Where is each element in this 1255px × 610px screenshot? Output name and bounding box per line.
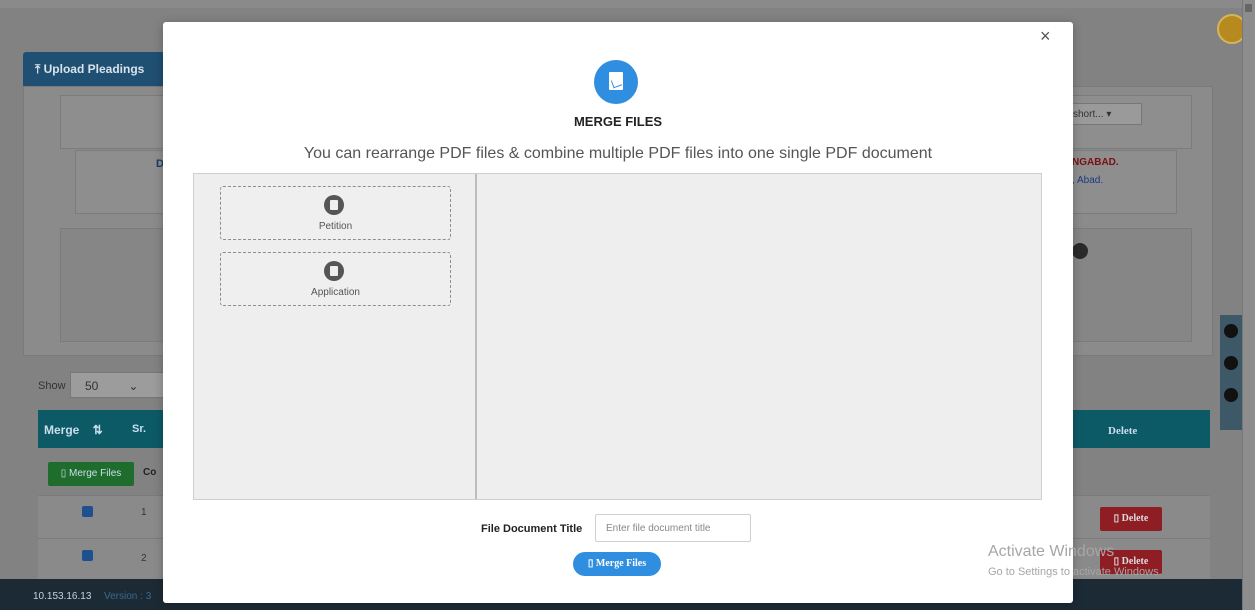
org-address-fragment: , Abad. [1072,175,1104,186]
row-number: 1 [141,507,147,518]
close-circle-icon [1072,243,1088,259]
modal-subtitle: You can rearrange PDF files & combine mu… [303,145,933,162]
background-merge-files-button: ▯ Merge Files [48,462,134,486]
pdf-icon [324,195,344,215]
file-list-panel: Petition Application [194,174,477,499]
version-text: Version : 3 [104,591,152,602]
merge-drop-zone[interactable] [477,174,1041,499]
sort-select: short... ▾ [1066,103,1142,125]
file-card-label: Petition [318,221,353,232]
background-merge-files-label: Merge Files [69,468,122,479]
side-toolbar [1220,315,1242,430]
pdf-icon [324,261,344,281]
file-card-label: Application [311,287,360,298]
merge-files-modal: × MERGE FILES You can rearrange PDF file… [163,22,1073,603]
row-checkbox [82,506,93,517]
show-label: Show [38,380,66,392]
pdf-file-icon [594,60,638,104]
doc-title-input[interactable] [595,514,751,542]
show-entries-value: 50 [85,379,99,393]
sort-select-value: short... [1073,109,1104,120]
modal-title: MERGE FILES [573,114,663,129]
side-toolbar-icon [1224,324,1238,338]
column-sr: Sr. [132,423,147,435]
upload-pleadings-label: Upload Pleadings [43,62,145,76]
pdf-icon [1224,388,1238,402]
scrollbar[interactable] [1242,0,1255,610]
doc-title-label: File Document Title [481,523,583,535]
help-icon [1224,356,1238,370]
row-delete-button: ▯ Delete [1100,507,1162,531]
merge-files-label: Merge Files [595,558,647,569]
merge-files-button[interactable]: ▯ Merge Files [573,552,661,576]
top-bar [0,0,1255,8]
close-icon[interactable]: × [1040,26,1051,47]
activate-windows-subtext: Go to Settings to activate Windows. [988,566,1162,578]
column-merge-label: Merge [44,423,80,437]
show-entries-select: 50 ⌄ [70,372,165,398]
file-card-application[interactable]: Application [220,252,451,306]
file-card-petition[interactable]: Petition [220,186,451,240]
row-checkbox [82,550,93,561]
org-name-fragment: NGABAD. [1072,157,1119,168]
column-merge: Merge ⇅ [44,423,103,437]
con-fragment: Co [143,467,157,478]
scroll-up-arrow[interactable] [1245,4,1252,12]
upload-pleadings-tab: ⤒ Upload Pleadings [23,52,173,86]
activate-windows-watermark: Activate Windows [988,543,1115,560]
pdf-page-glyph [609,72,623,90]
column-delete: Delete [1108,425,1138,437]
row-number: 2 [141,553,147,564]
server-ip: 10.153.16.13 [33,591,92,602]
merge-workspace: Petition Application [193,173,1042,500]
row-delete-label: Delete [1121,513,1149,524]
